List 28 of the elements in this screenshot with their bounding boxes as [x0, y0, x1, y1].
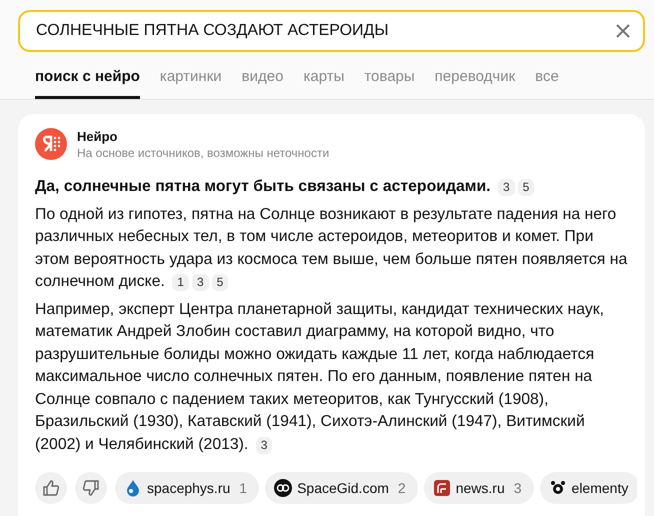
- close-icon[interactable]: [615, 23, 631, 39]
- source-chip[interactable]: elementy: [540, 472, 637, 504]
- answer-text: Да, солнечные пятна могут быть связаны с астероидами. 3 5: [35, 176, 628, 198]
- source-chip[interactable]: SpaceGid.com 2: [265, 472, 418, 504]
- search-query: СОЛНЕЧНЫЕ ПЯТНА СОЗДАЮТ АСТЕРОИДЫ: [36, 22, 390, 40]
- thumbs-up-icon: [42, 479, 60, 497]
- citation-link[interactable]: 3: [498, 179, 515, 196]
- droplet-icon: [124, 479, 142, 497]
- citation-link[interactable]: 5: [212, 274, 228, 291]
- search-tab[interactable]: поиск с нейро: [35, 68, 140, 99]
- circle-logo-icon: [274, 479, 292, 497]
- feed-icon: [432, 479, 451, 497]
- citation-link[interactable]: 1: [172, 274, 189, 291]
- answer-text: По одной из гипотез, пятна на Солнце возникают в результате падения на него различных небесных тел, в том числе астероидов, метеоритов и комет. При этом вероятность удара из космоса тем выше, чем больше пятен появляется на солнечном диске. 1 3 5: [35, 204, 628, 293]
- thumbs-down-icon: [82, 479, 100, 497]
- thumbs-down-button[interactable]: [75, 472, 107, 504]
- answer-text: Например, эксперт Центра планетарной защиты, кандидат технических наук, математик Андрей Злобин составил диаграмму, на которой видно, что разрушительные болиды можно ожидать каждые 11 лет, когда наблюдается максимальное число солнечных пятен. По его данным, появление пятен на Солнце совпало с падением таких метеоритов, как Тунгусский (1908), Бразильский (1930), Катавский (1941), Сихотэ-Алинский (1947), Витимский (2002) и Челябинский (2013). 3: [35, 300, 606, 456]
- dots-logo-icon: [548, 479, 567, 497]
- search-field[interactable]: СОЛНЕЧНЫЕ ПЯТНА СОЗДАЮТ АСТЕРОИДЫ: [18, 10, 645, 52]
- source-name: Нейро: [77, 128, 118, 144]
- logo-icon: [35, 128, 67, 160]
- disclaimer: На основе источников, возможны неточности: [77, 146, 330, 160]
- citation-link[interactable]: 3: [192, 274, 209, 291]
- source-chip[interactable]: spacephys.ru 1: [115, 472, 260, 504]
- citation-link[interactable]: 5: [518, 179, 534, 196]
- citation-link[interactable]: 3: [256, 436, 272, 454]
- source-chip[interactable]: news.ru 3: [424, 472, 534, 504]
- thumbs-up-button[interactable]: [35, 472, 67, 504]
